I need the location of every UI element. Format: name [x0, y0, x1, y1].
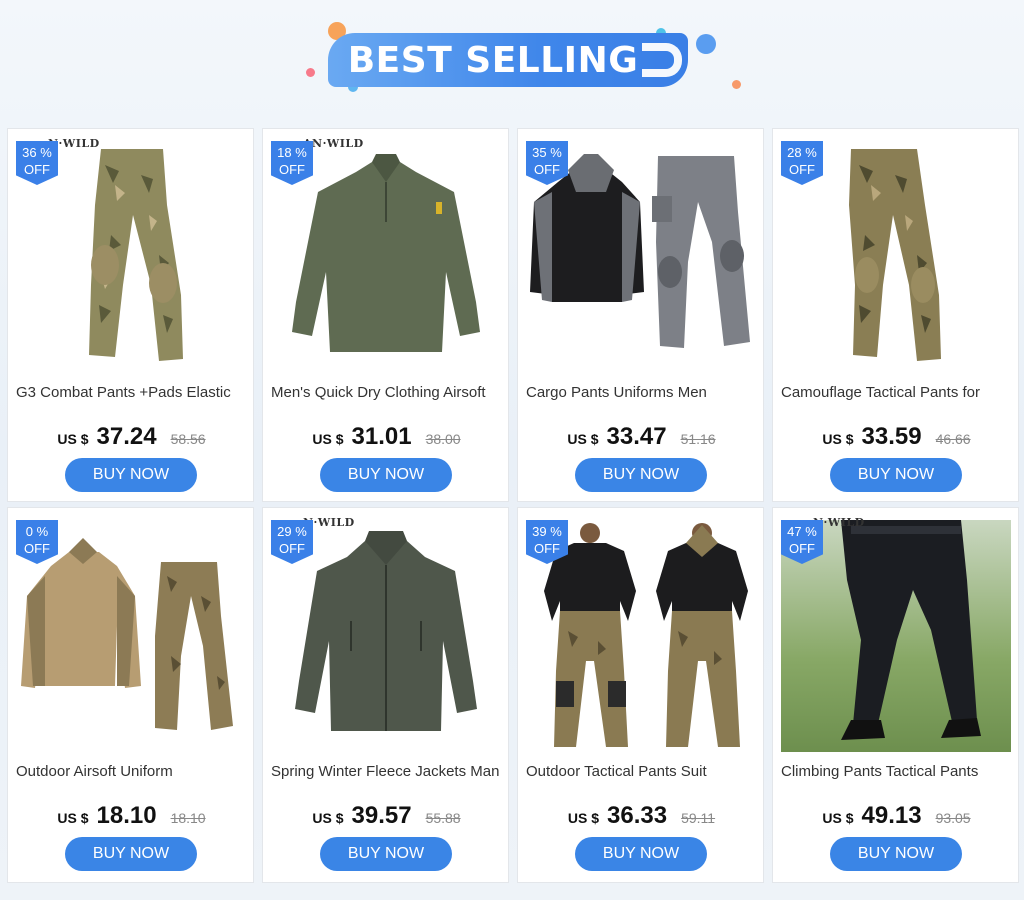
- buy-now-button[interactable]: BUY NOW: [830, 458, 962, 492]
- currency: US $: [312, 810, 344, 826]
- discount-off-label: OFF: [789, 541, 815, 556]
- banner-pill: BEST SELLING: [328, 33, 688, 87]
- product-title[interactable]: Camouflage Tactical Pants for: [781, 384, 1013, 401]
- decor-dot: [306, 68, 315, 77]
- currency: US $: [567, 431, 599, 447]
- discount-off-label: OFF: [534, 162, 560, 177]
- discount-off-label: OFF: [24, 541, 50, 556]
- product-title[interactable]: Outdoor Airsoft Uniform: [16, 763, 248, 780]
- discount-percent: 39 %: [532, 524, 562, 539]
- price-row: US $ 33.59 46.66: [773, 423, 1020, 451]
- product-title[interactable]: Climbing Pants Tactical Pants: [781, 763, 1013, 780]
- discount-off-label: OFF: [279, 541, 305, 556]
- sale-price: 33.59: [861, 423, 922, 450]
- banner-swirl-icon: [642, 43, 682, 77]
- discount-percent: 29 %: [277, 524, 307, 539]
- best-selling-banner: BEST SELLING: [0, 0, 1024, 120]
- price-row: US $ 31.01 38.00: [263, 423, 510, 451]
- buy-now-button[interactable]: BUY NOW: [65, 458, 197, 492]
- product-card[interactable]: AN·WILD 18 % OFF Men's Quick Dry Clothin…: [262, 128, 509, 502]
- sale-price: 39.57: [351, 802, 412, 829]
- currency: US $: [567, 810, 600, 826]
- currency: US $: [57, 431, 89, 447]
- product-grid: N·WILD 36 % OFF G3 Combat Pants +Pads El…: [7, 128, 1019, 883]
- sale-price: 18.10: [96, 802, 157, 829]
- discount-off-label: OFF: [789, 162, 815, 177]
- currency: US $: [822, 810, 854, 826]
- discount-off-label: OFF: [279, 162, 305, 177]
- buy-now-button[interactable]: BUY NOW: [320, 458, 452, 492]
- discount-percent: 35 %: [532, 145, 562, 160]
- original-price: 38.00: [425, 431, 461, 447]
- discount-off-label: OFF: [24, 162, 50, 177]
- product-card[interactable]: N·WILD 29 % OFF Spring Winter Fleece Jac…: [262, 507, 509, 883]
- decor-dot: [732, 80, 741, 89]
- original-price: 93.05: [935, 810, 971, 826]
- buy-now-button[interactable]: BUY NOW: [830, 837, 962, 871]
- price-row: US $ 39.57 55.88: [263, 802, 510, 830]
- currency: US $: [312, 431, 344, 447]
- product-card[interactable]: 0 % OFF Outdoor Airsoft Uniform US $ 18.…: [7, 507, 254, 883]
- product-card[interactable]: N·WILD 36 % OFF G3 Combat Pants +Pads El…: [7, 128, 254, 502]
- sale-price: 33.47: [606, 423, 667, 450]
- sale-price: 36.33: [607, 802, 668, 829]
- discount-percent: 36 %: [22, 145, 52, 160]
- buy-now-button[interactable]: BUY NOW: [575, 837, 707, 871]
- discount-percent: 0 %: [25, 524, 49, 539]
- product-card[interactable]: 39 % OFF Outdoor Tactical Pants Suit US …: [517, 507, 764, 883]
- price-row: US $ 18.10 18.10: [8, 802, 255, 830]
- discount-percent: 28 %: [787, 145, 817, 160]
- discount-percent: 18 %: [277, 145, 307, 160]
- product-card[interactable]: N·WILD 47 % OFF Climbing Pants Tactical …: [772, 507, 1019, 883]
- product-title[interactable]: Outdoor Tactical Pants Suit: [526, 763, 758, 780]
- discount-percent: 47 %: [787, 524, 817, 539]
- decor-dot: [696, 34, 716, 54]
- original-price: 46.66: [935, 431, 971, 447]
- product-title[interactable]: Spring Winter Fleece Jackets Man: [271, 763, 503, 780]
- buy-now-button[interactable]: BUY NOW: [575, 458, 707, 492]
- original-price: 51.16: [680, 431, 716, 447]
- discount-off-label: OFF: [534, 541, 560, 556]
- product-card[interactable]: 28 % OFF Camouflage Tactical Pants for U…: [772, 128, 1019, 502]
- original-price: 18.10: [170, 810, 206, 826]
- original-price: 55.88: [425, 810, 461, 826]
- sale-price: 37.24: [96, 423, 157, 450]
- banner-title: BEST SELLING: [347, 39, 639, 81]
- original-price: 59.11: [681, 810, 716, 826]
- original-price: 58.56: [170, 431, 206, 447]
- buy-now-button[interactable]: BUY NOW: [320, 837, 452, 871]
- price-row: US $ 33.47 51.16: [518, 423, 765, 451]
- product-title[interactable]: G3 Combat Pants +Pads Elastic: [16, 384, 248, 401]
- product-title[interactable]: Cargo Pants Uniforms Men: [526, 384, 758, 401]
- product-title[interactable]: Men's Quick Dry Clothing Airsoft: [271, 384, 503, 401]
- sale-price: 49.13: [861, 802, 922, 829]
- currency: US $: [822, 431, 854, 447]
- sale-price: 31.01: [351, 423, 412, 450]
- price-row: US $ 37.24 58.56: [8, 423, 255, 451]
- currency: US $: [57, 810, 89, 826]
- price-row: US $ 36.33 59.11: [518, 802, 765, 830]
- buy-now-button[interactable]: BUY NOW: [65, 837, 197, 871]
- product-card[interactable]: 35 % OFF Cargo Pants Uniforms Men US $ 3…: [517, 128, 764, 502]
- price-row: US $ 49.13 93.05: [773, 802, 1020, 830]
